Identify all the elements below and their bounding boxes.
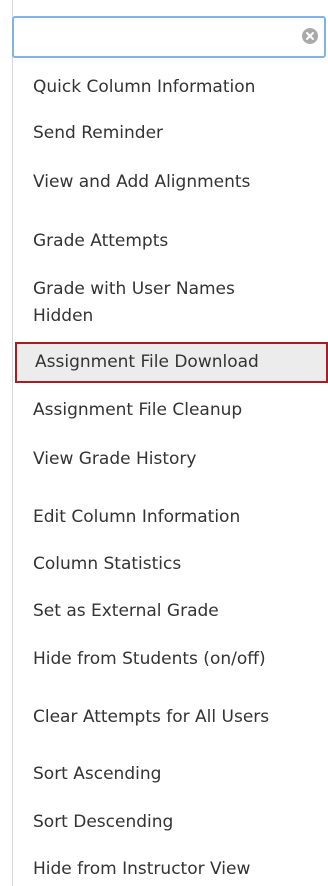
menu-item-hide-from-instructor-view[interactable]: Hide from Instructor View — [13, 856, 326, 883]
context-menu: Quick Column Information Send Reminder V… — [0, 0, 328, 886]
menu-item-set-as-external-grade[interactable]: Set as External Grade — [13, 598, 326, 625]
clear-icon[interactable] — [302, 28, 318, 44]
menu-item-assignment-file-download[interactable]: Assignment File Download — [15, 342, 328, 383]
menu-item-view-grade-history[interactable]: View Grade History — [13, 446, 326, 473]
search-input[interactable] — [14, 18, 284, 56]
search-box[interactable] — [12, 16, 326, 58]
menu-item-send-reminder[interactable]: Send Reminder — [13, 120, 326, 147]
menu-item-hide-from-students[interactable]: Hide from Students (on/off) — [13, 646, 326, 673]
menu-item-view-and-add-alignments[interactable]: View and Add Alignments — [13, 169, 326, 196]
menu-item-clear-attempts-for-all-users[interactable]: Clear Attempts for All Users — [13, 704, 326, 731]
menu-item-edit-column-information[interactable]: Edit Column Information — [13, 504, 326, 531]
menu-item-grade-attempts[interactable]: Grade Attempts — [13, 228, 326, 255]
menu-item-assignment-file-cleanup[interactable]: Assignment File Cleanup — [13, 397, 326, 424]
menu-item-column-statistics[interactable]: Column Statistics — [13, 551, 326, 578]
menu-item-quick-column-information[interactable]: Quick Column Information — [13, 74, 326, 101]
menu-item-sort-descending[interactable]: Sort Descending — [13, 809, 326, 836]
menu-item-sort-ascending[interactable]: Sort Ascending — [13, 761, 326, 788]
menu-item-grade-with-user-names-hidden[interactable]: Grade with User Names Hidden — [13, 276, 313, 330]
